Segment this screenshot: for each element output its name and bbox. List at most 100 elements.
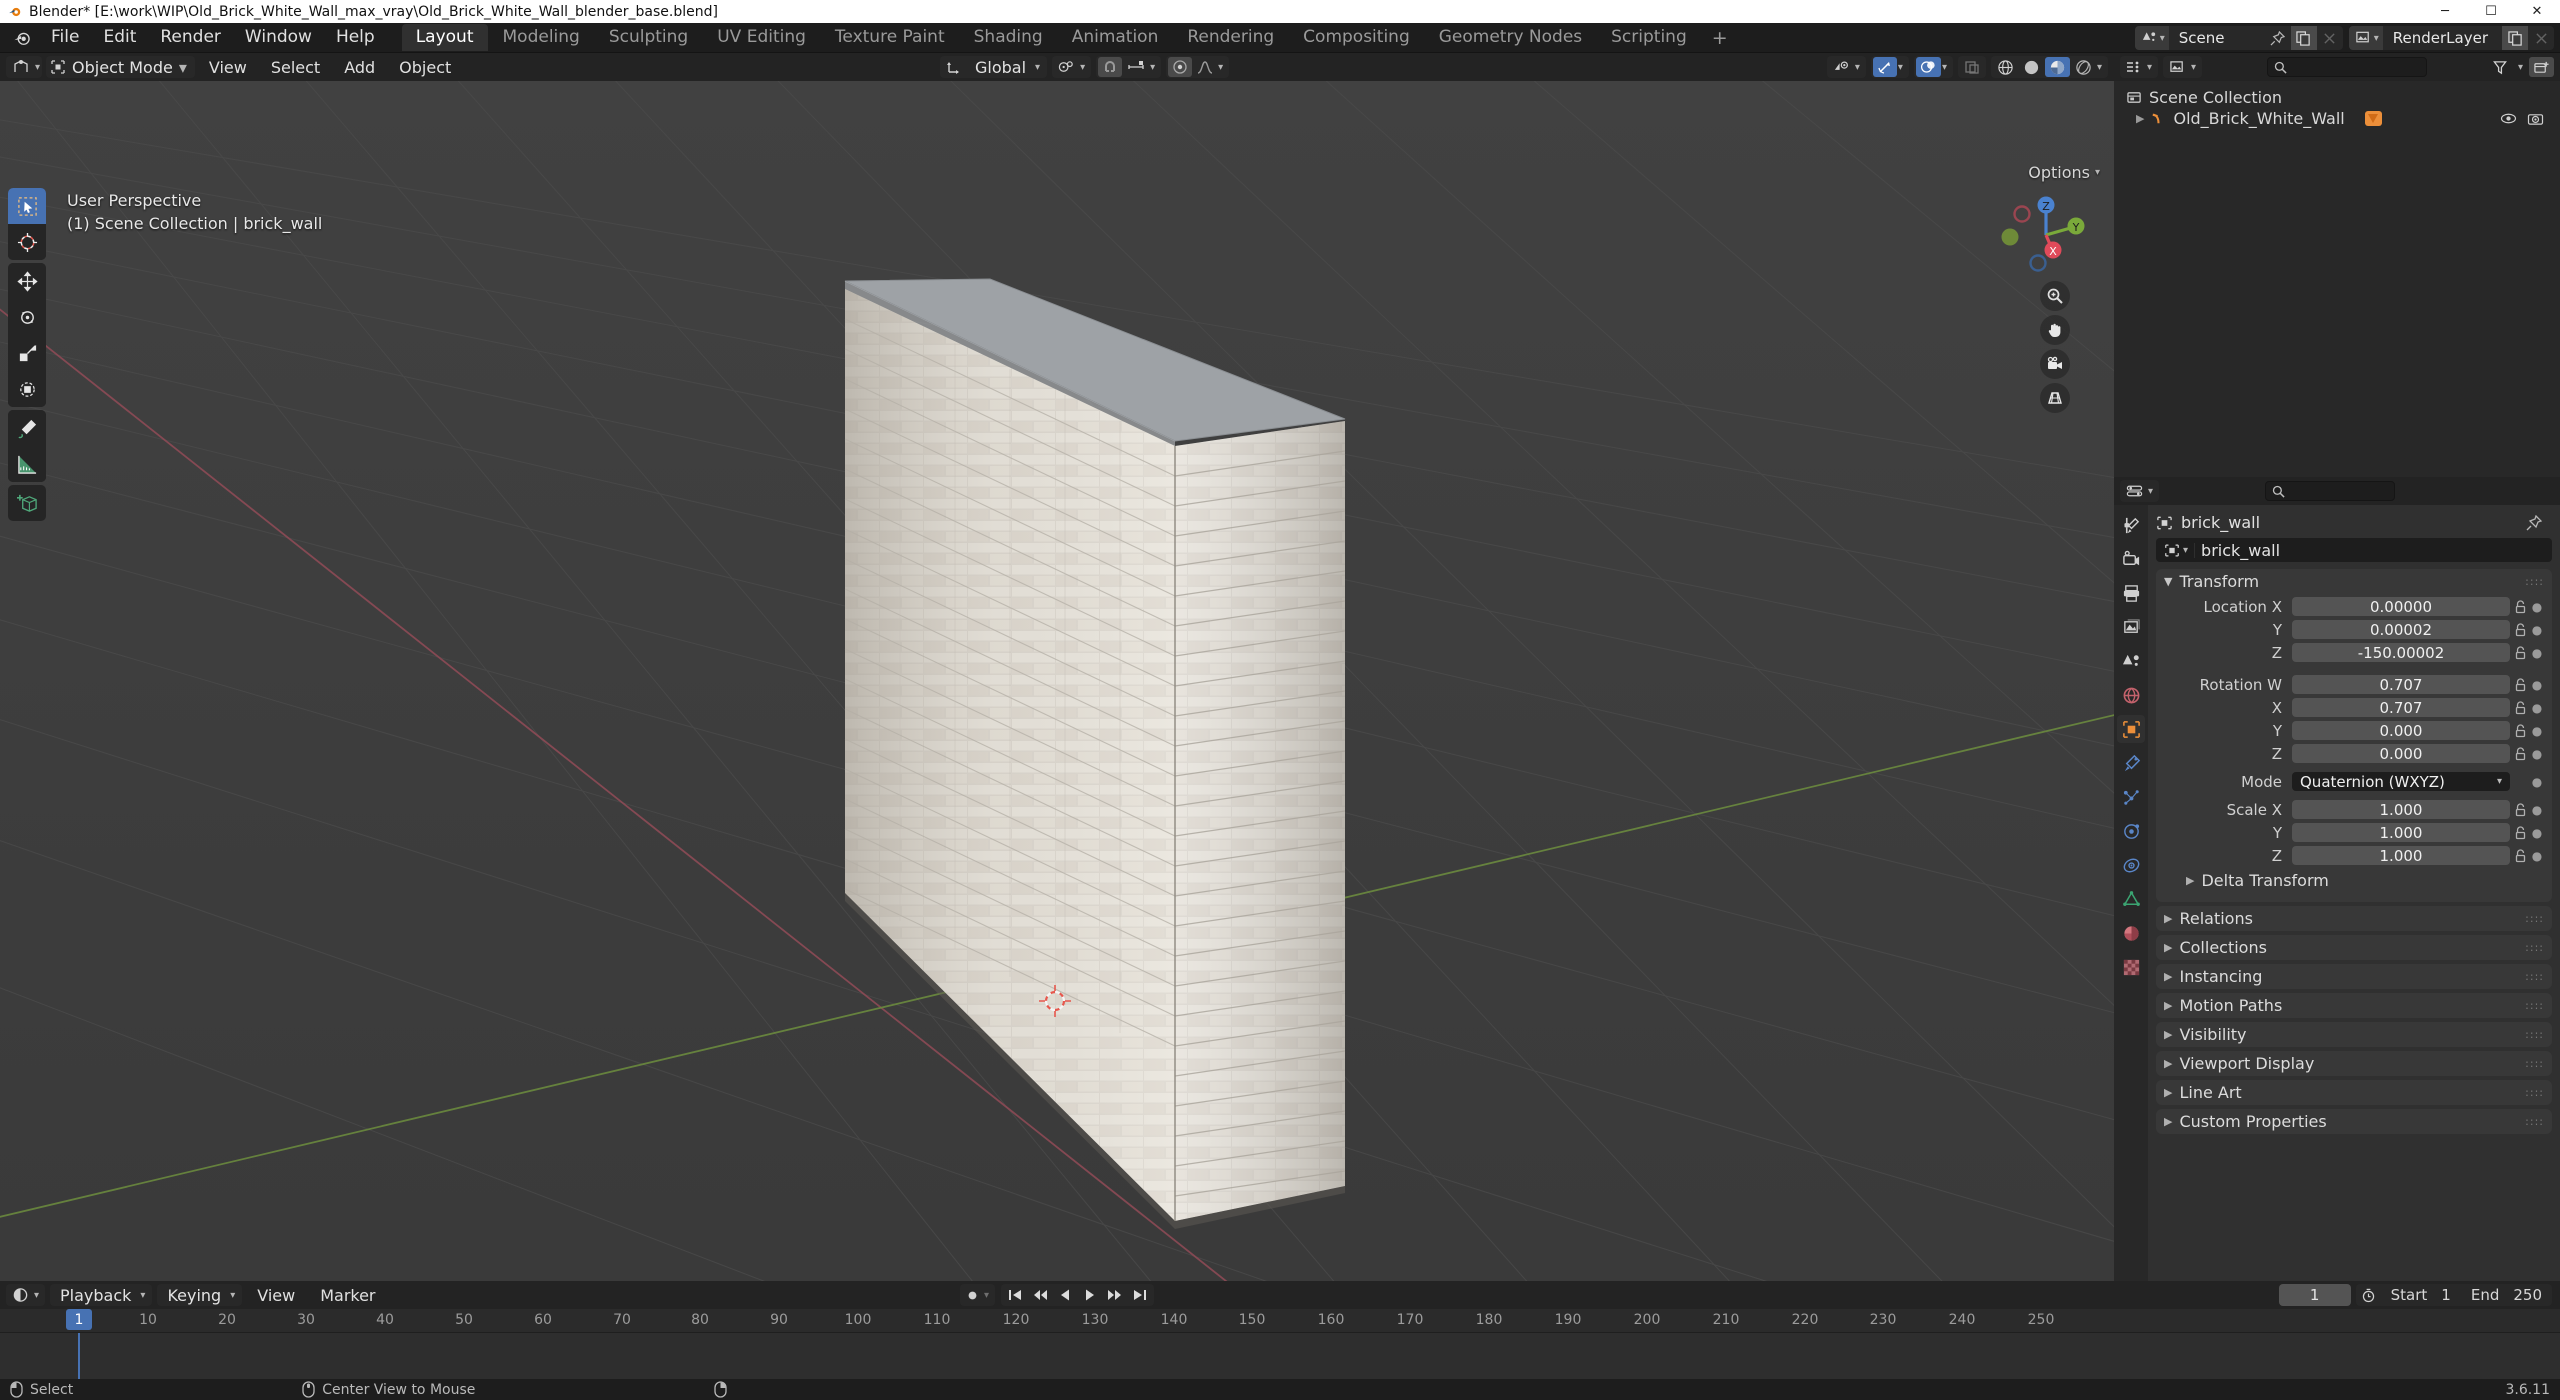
timeline-keying-menu[interactable]: Keying ▾ [157,1284,243,1306]
timeline-icon[interactable] [8,1285,33,1305]
tab-scripting[interactable]: Scripting [1597,24,1701,51]
properties-tab-object[interactable] [2117,715,2145,743]
lock-rotation-x-icon[interactable] [2510,700,2530,715]
animate-rotation-x-icon[interactable]: ● [2530,701,2544,715]
panel-instancing[interactable]: ▶ Instancing :::: [2156,964,2552,989]
value-rotation-z[interactable]: 0.000 [2292,744,2510,763]
falloff-curve-icon[interactable] [1193,57,1217,77]
close-button[interactable]: ✕ [2514,0,2560,23]
timeline-keyframe-area[interactable] [0,1333,2560,1379]
proportional-editing-group[interactable]: ▾ [1166,56,1230,78]
material-preview-shading-icon[interactable] [2044,57,2070,77]
tool-tweak-select-box-icon[interactable] [8,188,46,224]
value-scale-x[interactable]: 1.000 [2292,800,2510,819]
drag-grip-icon[interactable]: :::: [2525,576,2544,587]
properties-tab-scene[interactable] [2117,647,2145,675]
jump-to-next-keyframe-button[interactable] [1104,1285,1126,1305]
properties-tab-object-data[interactable] [2117,885,2145,913]
maximize-button[interactable]: ☐ [2468,0,2514,23]
expand-triangle-icon[interactable]: ▶ [2136,112,2144,125]
animate-rotation-mode-icon[interactable]: ● [2530,775,2544,789]
animate-location-z-icon[interactable]: ● [2530,646,2544,660]
menu-edit[interactable]: Edit [92,26,147,49]
lock-scale-x-icon[interactable] [2510,802,2530,817]
value-scale-y[interactable]: 1.000 [2292,823,2510,842]
panel-custom-properties[interactable]: ▶ Custom Properties :::: [2156,1109,2552,1134]
tab-compositing[interactable]: Compositing [1289,24,1424,51]
tool-move-icon[interactable] [8,263,46,299]
visibility-icon[interactable] [1829,57,1854,77]
viewport-menu-add[interactable]: Add [334,55,385,80]
end-frame-field[interactable]: End 250 [2461,1284,2552,1306]
animate-scale-z-icon[interactable]: ● [2530,849,2544,863]
timeline-menu-view[interactable]: View [247,1283,305,1308]
toggle-orthographic-icon[interactable] [2040,383,2070,413]
jump-to-prev-keyframe-button[interactable] [1029,1285,1051,1305]
playhead[interactable]: 1 [66,1309,92,1330]
pivot-point-selector[interactable]: ▾ [1052,56,1092,78]
lock-location-y-icon[interactable] [2510,622,2530,637]
viewlayer-selector[interactable]: ▾ RenderLayer [2348,26,2554,50]
chevron-down-icon[interactable]: ▼ [2164,575,2172,588]
minimize-button[interactable]: ─ [2422,0,2468,23]
lock-rotation-w-icon[interactable] [2510,677,2530,692]
snapping-group[interactable]: ▾ [1096,56,1162,78]
value-scale-z[interactable]: 1.000 [2292,846,2510,865]
value-location-z[interactable]: -150.00002 [2292,643,2510,662]
pin-scene-icon[interactable] [2265,26,2291,50]
lock-scale-y-icon[interactable] [2510,825,2530,840]
animate-scale-x-icon[interactable]: ● [2530,803,2544,817]
pin-id-icon[interactable] [2526,514,2550,531]
properties-tab-texture[interactable] [2117,953,2145,981]
delta-transform-subpanel[interactable]: ▶ Delta Transform [2164,868,2544,893]
auto-keying-toggle[interactable]: ▾ [960,1284,996,1306]
properties-tab-physics[interactable] [2117,817,2145,845]
proportional-editing-icon[interactable] [1168,57,1193,77]
viewport-menu-select[interactable]: Select [261,55,330,80]
show-gizmo-icon[interactable] [1872,57,1897,77]
outliner-icon[interactable] [2122,57,2146,77]
outliner-search-input[interactable] [2267,57,2428,77]
new-viewlayer-icon[interactable] [2502,26,2528,50]
panel-visibility[interactable]: ▶ Visibility :::: [2156,1022,2552,1047]
drag-grip-icon[interactable]: :::: [2525,1058,2544,1069]
chevron-right-icon[interactable]: ▶ [2186,874,2194,887]
tab-layout[interactable]: Layout [401,24,488,51]
gizmos-group[interactable]: ▾ [1870,56,1909,78]
value-rotation-x[interactable]: 0.707 [2292,698,2510,717]
animate-location-y-icon[interactable]: ● [2530,623,2544,637]
transform-orientation-selector[interactable]: Global ▾ [940,56,1048,78]
timeline-editor-type[interactable]: ▾ [6,1284,46,1306]
solid-shading-icon[interactable] [2019,57,2044,77]
panel-relations[interactable]: ▶ Relations :::: [2156,906,2552,931]
drag-grip-icon[interactable]: :::: [2525,971,2544,982]
lock-scale-z-icon[interactable] [2510,848,2530,863]
drag-grip-icon[interactable]: :::: [2525,913,2544,924]
menu-help[interactable]: Help [325,26,386,49]
properties-tab-view-layer[interactable] [2117,613,2145,641]
tab-sculpting[interactable]: Sculpting [595,24,702,51]
toggle-xray-icon[interactable] [1960,57,1984,77]
animate-scale-y-icon[interactable]: ● [2530,826,2544,840]
jump-to-start-button[interactable] [1004,1285,1026,1305]
rendered-shading-icon[interactable] [2071,57,2096,77]
editor-type-selector[interactable]: ▾ [6,56,43,78]
pan-hand-icon[interactable] [2040,315,2070,345]
play-reverse-button[interactable] [1054,1285,1076,1305]
properties-tab-particles[interactable] [2117,783,2145,811]
filter-icon[interactable] [2488,57,2512,77]
add-workspace-button[interactable]: + [1702,25,1738,51]
delete-viewlayer-icon[interactable] [2528,26,2554,50]
animate-rotation-w-icon[interactable]: ● [2530,678,2544,692]
visibility-selector[interactable]: ▾ [1826,56,1866,78]
animate-rotation-z-icon[interactable]: ● [2530,747,2544,761]
chevron-right-icon[interactable]: ▶ [2164,912,2172,925]
properties-icon[interactable] [2122,481,2147,501]
properties-search-input[interactable] [2265,481,2396,501]
tab-shading[interactable]: Shading [960,24,1057,51]
tool-annotate-icon[interactable] [8,410,46,446]
snap-increment-icon[interactable] [1123,57,1149,77]
lock-rotation-y-icon[interactable] [2510,723,2530,738]
view-layer-icon[interactable] [2165,57,2190,77]
zoom-icon[interactable] [2040,281,2070,311]
